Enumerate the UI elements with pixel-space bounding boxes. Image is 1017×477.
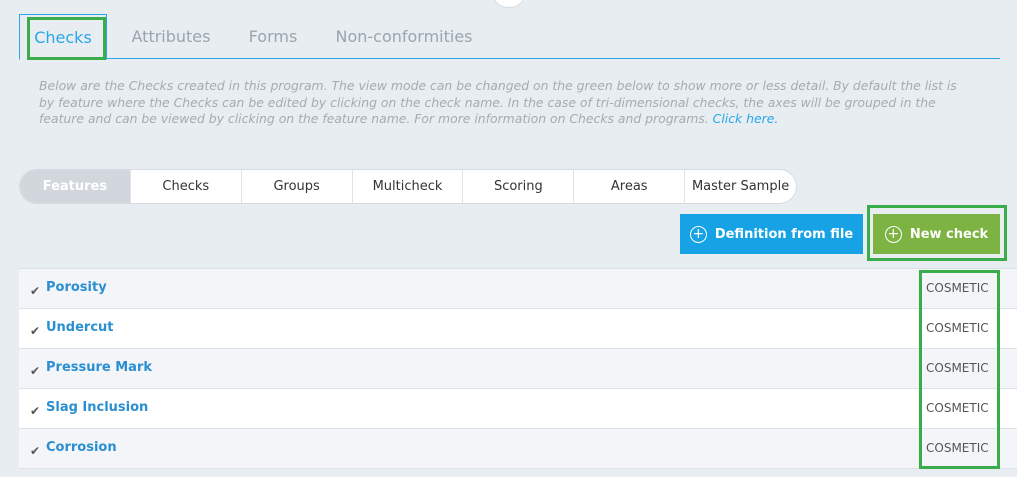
definition-from-file-button[interactable]: + Definition from file	[680, 214, 863, 254]
check-type-label: COSMETIC	[926, 281, 989, 295]
help-text: Below are the Checks created in this pro…	[39, 78, 974, 128]
view-mode-master-sample[interactable]: Master Sample	[685, 170, 796, 203]
check-type-label: COSMETIC	[926, 441, 989, 455]
view-mode-multicheck[interactable]: Multicheck	[353, 170, 464, 203]
plus-circle-icon: +	[884, 225, 902, 243]
tab-checks[interactable]: Checks	[19, 14, 107, 60]
definition-from-file-label: Definition from file	[714, 226, 854, 242]
tab-non-conformities[interactable]: Non-conformities	[324, 14, 484, 60]
view-mode-scoring[interactable]: Scoring	[463, 170, 575, 203]
check-name-link[interactable]: Corrosion	[46, 440, 117, 455]
new-check-label: New check	[909, 226, 989, 242]
check-name-link[interactable]: Pressure Mark	[46, 360, 152, 375]
checkmark-icon: ✔	[30, 444, 41, 458]
list-item: ✔ Pressure Mark COSMETIC	[19, 349, 1017, 389]
check-name-link[interactable]: Slag Inclusion	[46, 400, 148, 415]
tab-bar: Checks Attributes Forms Non-conformities	[19, 14, 1000, 60]
tab-attributes[interactable]: Attributes	[122, 14, 220, 60]
checkmark-icon: ✔	[30, 364, 41, 378]
check-type-label: COSMETIC	[926, 321, 989, 335]
view-mode-groups[interactable]: Groups	[242, 170, 353, 203]
check-type-label: COSMETIC	[926, 361, 989, 375]
checkmark-icon: ✔	[30, 284, 41, 298]
help-description: Below are the Checks created in this pro…	[39, 78, 957, 126]
check-name-link[interactable]: Porosity	[46, 280, 107, 295]
view-mode-features[interactable]: Features	[20, 170, 131, 203]
list-item: ✔ Undercut COSMETIC	[19, 309, 1017, 349]
checkmark-icon: ✔	[30, 404, 41, 418]
view-mode-areas[interactable]: Areas	[574, 170, 686, 203]
list-item: ✔ Slag Inclusion COSMETIC	[19, 389, 1017, 429]
collapse-toggle[interactable]	[493, 0, 525, 8]
view-mode-checks[interactable]: Checks	[131, 170, 242, 203]
tab-forms[interactable]: Forms	[235, 14, 311, 60]
list-item: ✔ Corrosion COSMETIC	[19, 429, 1017, 469]
checkmark-icon: ✔	[30, 324, 41, 338]
check-type-label: COSMETIC	[926, 401, 989, 415]
view-mode-selector: Features Checks Groups Multicheck Scorin…	[19, 169, 797, 204]
new-check-button[interactable]: + New check	[873, 214, 1000, 254]
check-name-link[interactable]: Undercut	[46, 320, 114, 335]
help-link[interactable]: Click here.	[713, 111, 779, 126]
list-item: ✔ Porosity COSMETIC	[19, 269, 1017, 309]
checks-list: ✔ Porosity COSMETIC ✔ Undercut COSMETIC …	[19, 268, 1017, 469]
plus-circle-icon: +	[689, 225, 707, 243]
